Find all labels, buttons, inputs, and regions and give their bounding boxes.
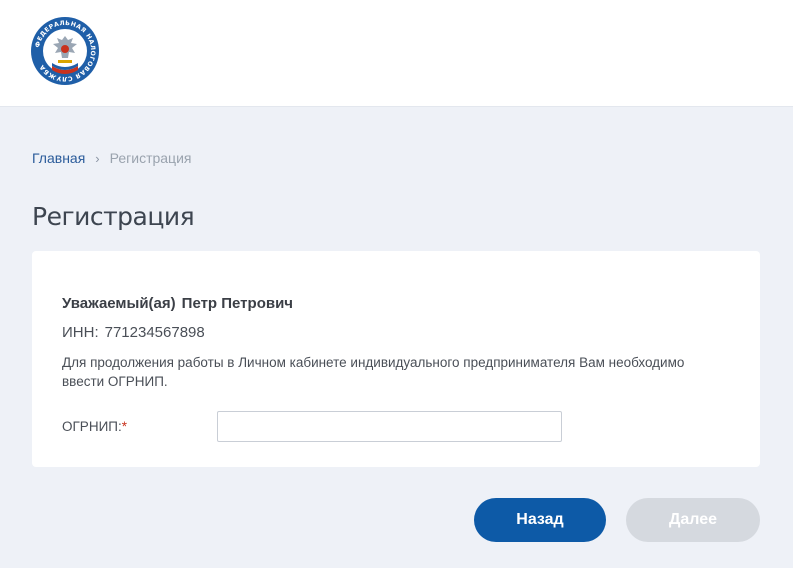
breadcrumb-current: Регистрация <box>110 150 192 166</box>
registration-card: Уважаемый(ая) Петр Петрович ИНН: 771234567… <box>32 251 760 467</box>
back-button[interactable]: Назад <box>474 498 606 542</box>
greeting: Уважаемый(ая) Петр Петрович <box>62 295 293 312</box>
fns-emblem-icon[interactable]: ФЕДЕРАЛЬНАЯ НАЛОГОВАЯ СЛУЖБА <box>30 16 100 86</box>
chevron-right-icon: › <box>95 151 99 166</box>
ogrnip-label: ОГРНИП:* <box>62 419 127 434</box>
required-mark: * <box>122 419 127 434</box>
breadcrumb-home-link[interactable]: Главная <box>32 150 85 166</box>
ogrnip-label-text: ОГРНИП: <box>62 419 122 434</box>
user-name: Петр Петрович <box>182 295 293 312</box>
inn-row: ИНН: 771234567898 <box>62 324 205 341</box>
ogrnip-input[interactable] <box>217 411 562 442</box>
greeting-prefix: Уважаемый(ая) <box>62 295 176 312</box>
header: ФЕДЕРАЛЬНАЯ НАЛОГОВАЯ СЛУЖБА <box>0 0 793 107</box>
breadcrumb: Главная › Регистрация <box>32 150 191 166</box>
inn-value: 771234567898 <box>105 324 205 341</box>
notice-text: Для продолжения работы в Личном кабинете… <box>62 353 702 391</box>
page-title: Регистрация <box>32 202 194 231</box>
inn-label: ИНН: <box>62 324 99 341</box>
next-button[interactable]: Далее <box>626 498 760 542</box>
